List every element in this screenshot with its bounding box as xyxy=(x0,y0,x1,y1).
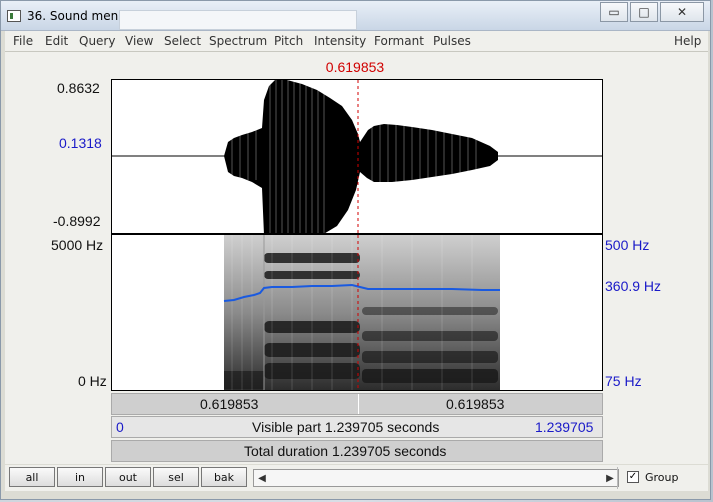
waveform-envelope xyxy=(224,80,498,233)
menu-spectrum[interactable]: Spectrum xyxy=(209,34,267,48)
total-duration-row[interactable]: Total duration 1.239705 seconds xyxy=(111,440,603,462)
visible-part-label: Visible part 1.239705 seconds xyxy=(252,419,440,435)
close-icon: ✕ xyxy=(676,5,688,19)
spectrogram-svg xyxy=(223,235,500,390)
menu-intensity[interactable]: Intensity xyxy=(314,34,366,48)
menu-edit[interactable]: Edit xyxy=(45,34,68,48)
spectrogram-freq-max-label: 5000 Hz xyxy=(51,237,104,253)
waveform-ymax-label: 0.8632 xyxy=(57,80,100,96)
close-button[interactable]: ✕ xyxy=(660,2,704,22)
menu-view[interactable]: View xyxy=(125,34,153,48)
cursor-time-label: 0.619853 xyxy=(325,59,385,75)
toolbar-separator xyxy=(617,467,618,489)
menu-help[interactable]: Help xyxy=(674,34,701,48)
minimize-button[interactable]: ▭ xyxy=(600,2,628,22)
sound-editor-window: 36. Sound men1 ▭ □ ✕ File Edit Query Vie… xyxy=(0,0,711,500)
praat-window-icon xyxy=(7,10,21,22)
menu-file[interactable]: File xyxy=(13,34,33,48)
spectrogram-freq-min-label: 0 Hz xyxy=(78,373,107,389)
right-time-label: 0.619853 xyxy=(446,396,505,412)
pitch-value-label: 360.9 Hz xyxy=(605,278,662,294)
group-checkbox[interactable]: ✓ xyxy=(627,471,639,483)
all-button[interactable]: all xyxy=(9,467,55,487)
title-bar: 36. Sound men1 ▭ □ ✕ xyxy=(1,1,710,31)
minimize-icon: ▭ xyxy=(608,5,620,19)
menu-query[interactable]: Query xyxy=(79,34,115,48)
visible-part-row[interactable]: 0 Visible part 1.239705 seconds 1.239705 xyxy=(111,416,603,438)
zoom-selection-button[interactable]: sel xyxy=(153,467,199,487)
horizontal-scrollbar[interactable]: ◀ ▶ xyxy=(253,469,619,487)
group-label: Group xyxy=(645,471,679,484)
menu-bar: File Edit Query View Select Spectrum Pit… xyxy=(5,31,708,52)
spectrogram-panel[interactable] xyxy=(111,234,603,391)
editor-canvas[interactable]: 0.619853 0.8632 0.1318 -0.8992 5000 Hz 0… xyxy=(5,52,708,464)
left-time-label: 0.619853 xyxy=(200,396,259,412)
waveform-ymin-label: -0.8992 xyxy=(53,213,101,229)
waveform-yvalue-label: 0.1318 xyxy=(59,135,102,151)
visible-end-label: 1.239705 xyxy=(535,419,594,435)
window-title: 36. Sound men1 xyxy=(27,9,126,23)
menu-formant[interactable]: Formant xyxy=(374,34,424,48)
total-duration-label: Total duration 1.239705 seconds xyxy=(244,443,447,459)
zoom-in-button[interactable]: in xyxy=(57,467,103,487)
waveform-panel[interactable] xyxy=(111,79,603,234)
bottom-toolbar: all in out sel bak ◀ ▶ ✓ Group xyxy=(5,465,708,491)
title-bar-background-field xyxy=(119,10,357,30)
maximize-icon: □ xyxy=(638,5,650,19)
selection-time-row[interactable]: 0.619853 0.619853 xyxy=(111,393,603,415)
zoom-out-button[interactable]: out xyxy=(105,467,151,487)
menu-pitch[interactable]: Pitch xyxy=(274,34,303,48)
waveform-svg xyxy=(112,80,602,233)
maximize-button[interactable]: □ xyxy=(630,2,658,22)
zoom-back-button[interactable]: bak xyxy=(201,467,247,487)
menu-pulses[interactable]: Pulses xyxy=(433,34,471,48)
scroll-right-icon[interactable]: ▶ xyxy=(602,470,618,486)
menu-select[interactable]: Select xyxy=(164,34,201,48)
scroll-left-icon[interactable]: ◀ xyxy=(254,470,270,486)
visible-start-label: 0 xyxy=(116,419,124,435)
pitch-max-label: 500 Hz xyxy=(605,237,650,253)
pitch-min-label: 75 Hz xyxy=(605,373,642,389)
